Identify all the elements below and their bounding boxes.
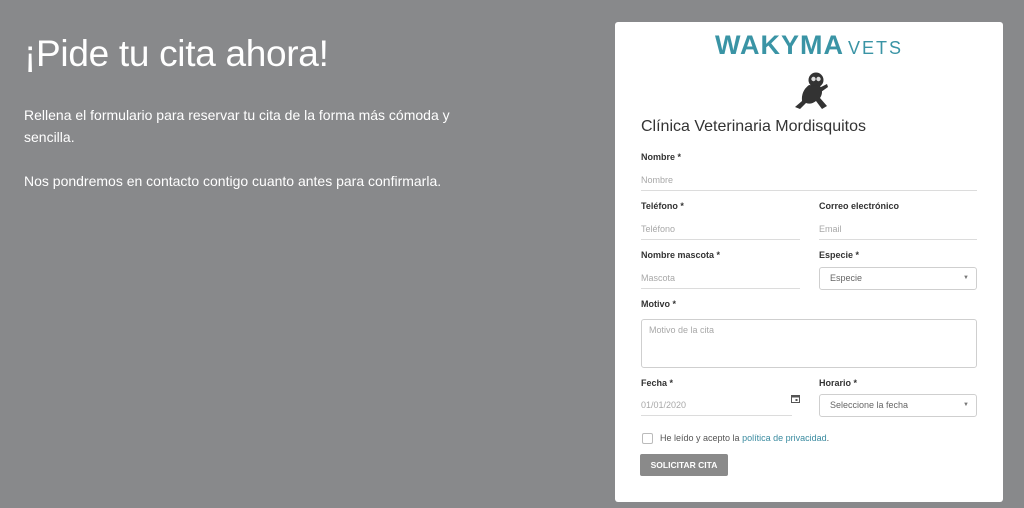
- fecha-label: Fecha *: [641, 378, 674, 388]
- motivo-textarea[interactable]: Motivo de la cita: [641, 319, 977, 368]
- fecha-input[interactable]: 01/01/2020: [641, 394, 792, 416]
- intro-section: ¡Pide tu cita ahora! Rellena el formular…: [24, 30, 484, 192]
- sloth-mascot-icon: [795, 72, 828, 109]
- terms-prefix: He leído y acepto la: [660, 433, 743, 443]
- intro-paragraph-contact: Nos pondremos en contacto contigo cuanto…: [24, 173, 442, 189]
- privacy-checkbox[interactable]: [642, 433, 653, 444]
- submit-appointment-button[interactable]: SOLICITAR CITA: [640, 454, 728, 476]
- mascota-label: Nombre mascota *: [641, 250, 721, 260]
- privacy-terms-text: He leído y acepto la política de privaci…: [660, 433, 829, 443]
- logo-wordmark: WAKYMA: [714, 30, 844, 60]
- brand-logo: WAKYMA VETS: [615, 30, 1003, 61]
- nombre-input[interactable]: Nombre: [641, 169, 977, 191]
- especie-label: Especie *: [819, 250, 860, 260]
- calendar-icon[interactable]: [791, 394, 800, 405]
- motivo-label: Motivo *: [641, 299, 676, 309]
- terms-suffix: .: [826, 433, 830, 443]
- horario-select-value: Seleccione la fecha: [830, 400, 909, 410]
- intro-paragraph: Rellena el formulario para reservar tu c…: [24, 107, 450, 145]
- correo-label: Correo electrónico: [819, 201, 900, 211]
- mascota-input[interactable]: Mascota: [641, 267, 800, 289]
- especie-select[interactable]: Especie ▼: [819, 267, 977, 290]
- page-title: ¡Pide tu cita ahora!: [24, 33, 329, 74]
- privacy-policy-link[interactable]: política de privacidad: [742, 433, 827, 443]
- appointment-form-card: WAKYMA VETS Clínica Veterinaria Mordisqui…: [615, 22, 1003, 502]
- especie-select-value: Especie: [830, 273, 863, 283]
- horario-label: Horario *: [819, 378, 858, 388]
- nombre-label: Nombre *: [641, 152, 682, 162]
- horario-select[interactable]: Seleccione la fecha ▼: [819, 394, 977, 417]
- email-input[interactable]: Email: [819, 218, 977, 240]
- chevron-down-icon: ▼: [963, 402, 969, 408]
- telefono-input[interactable]: Teléfono: [641, 218, 800, 240]
- chevron-down-icon: ▼: [963, 275, 969, 281]
- logo-subtext: VETS: [847, 38, 903, 58]
- clinic-name: Clínica Veterinaria Mordisquitos: [641, 118, 866, 135]
- telefono-label: Teléfono *: [641, 201, 684, 211]
